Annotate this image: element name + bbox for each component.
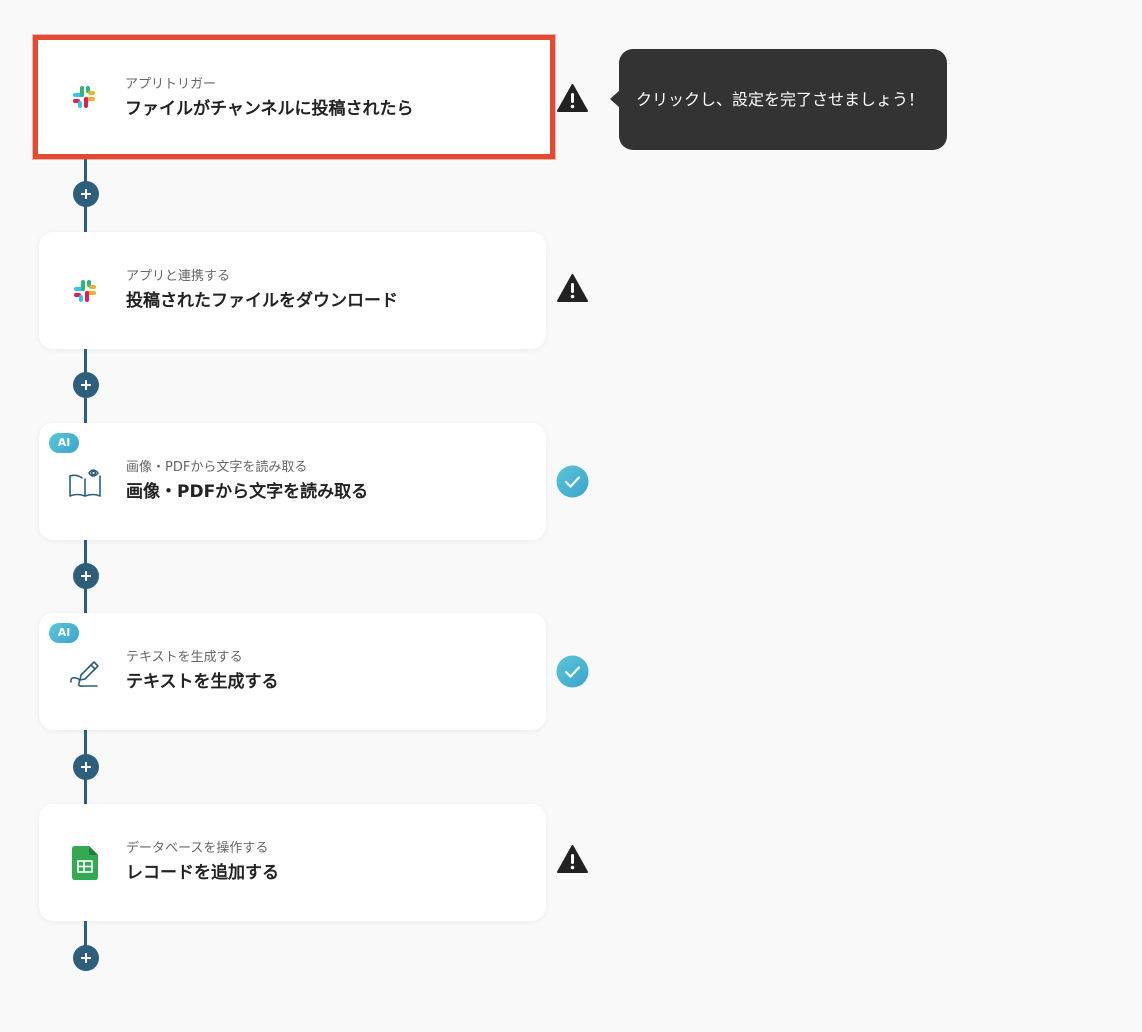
plus-icon: [81, 380, 91, 390]
check-circle-icon: [556, 655, 589, 688]
ai-badge: AI: [49, 623, 79, 643]
slack-icon: [66, 79, 102, 115]
step-category: 画像・PDFから文字を読み取る: [126, 460, 308, 475]
step-title: テキストを生成する: [126, 672, 279, 692]
plus-icon: [81, 762, 91, 772]
plus-icon: [81, 953, 91, 963]
add-step-button[interactable]: [73, 563, 99, 589]
step-card-generate-text[interactable]: AI テキストを生成する テキストを生成する: [39, 613, 546, 730]
step-card-add-record[interactable]: データベースを操作する レコードを追加する: [39, 804, 546, 921]
warning-icon: [557, 84, 588, 112]
step-card-trigger[interactable]: アプリトリガー ファイルがチャンネルに投稿されたら: [38, 40, 550, 154]
step-category: アプリトリガー: [125, 77, 217, 92]
add-step-button[interactable]: [73, 372, 99, 398]
pen-icon: [67, 654, 103, 690]
step-card-ocr[interactable]: AI 画像・PDFから文字を読み取る 画像・PDFから文字を読み取る: [39, 423, 546, 540]
plus-icon: [81, 189, 91, 199]
step-title: 投稿されたファイルをダウンロード: [126, 291, 398, 311]
slack-icon: [67, 273, 103, 309]
step-category: アプリと連携する: [126, 269, 231, 284]
google-sheets-icon: [67, 845, 103, 881]
add-step-button[interactable]: [73, 754, 99, 780]
book-eye-icon: [67, 464, 103, 500]
step-title: 画像・PDFから文字を読み取る: [126, 482, 369, 502]
step-card-download-file[interactable]: アプリと連携する 投稿されたファイルをダウンロード: [39, 232, 546, 349]
step-category: データベースを操作する: [126, 841, 269, 856]
add-step-button[interactable]: [73, 945, 99, 971]
check-circle-icon: [556, 465, 589, 498]
step-title: ファイルがチャンネルに投稿されたら: [125, 99, 414, 119]
tooltip-complete-setup: クリックし、設定を完了させましょう！: [610, 49, 947, 150]
ai-badge: AI: [49, 433, 79, 453]
step-title: レコードを追加する: [126, 863, 279, 883]
warning-icon: [557, 274, 588, 302]
warning-icon: [557, 845, 588, 873]
step-category: テキストを生成する: [126, 650, 243, 665]
add-step-button[interactable]: [73, 181, 99, 207]
plus-icon: [81, 571, 91, 581]
